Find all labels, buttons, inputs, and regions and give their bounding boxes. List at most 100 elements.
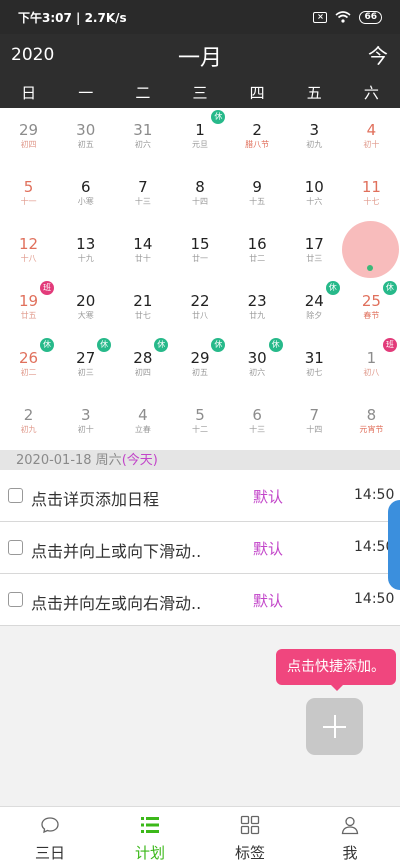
calendar-day[interactable]: 28 初四休 (114, 336, 171, 393)
calendar-day[interactable]: 8 十四 (171, 165, 228, 222)
weekday-sun: 日 (21, 84, 37, 102)
calendar-day[interactable]: 3 初九 (286, 108, 343, 165)
calendar-day[interactable]: 20 大寒 (57, 279, 114, 336)
calendar-day[interactable]: 4 立春 (114, 393, 171, 450)
calendar-day[interactable]: 3 初十 (57, 393, 114, 450)
calendar-day[interactable]: 13 十九 (57, 222, 114, 279)
weekday-sat: 六 (363, 84, 379, 102)
calendar-day[interactable]: 1 初八 班 (343, 336, 400, 393)
day-number: 10 (304, 178, 324, 196)
nav-me[interactable]: 我 (300, 807, 400, 866)
calendar-day[interactable]: 2 初九 (0, 393, 57, 450)
task-checkbox[interactable] (8, 592, 23, 607)
lunar-label: 腊八节 (245, 140, 270, 149)
calendar-day[interactable]: 4 初十 (343, 108, 400, 165)
task-time: 14:50 (354, 487, 395, 503)
lunar-label: 十九 (77, 254, 94, 263)
lunar-label: 十六 (306, 197, 323, 206)
calendar-day[interactable]: 29 初四 (0, 108, 57, 165)
calendar-day[interactable]: 8 元宵节 (343, 393, 400, 450)
day-number: 8 (195, 178, 205, 196)
grid-icon (240, 815, 260, 835)
calendar-day[interactable]: 1 元旦休 (171, 108, 228, 165)
task-item[interactable]: 点击并向左或向右滑动.. 默认 14:50 (0, 574, 400, 626)
day-number: 16 (247, 235, 267, 253)
day-number: 2 (23, 406, 34, 424)
calendar-day[interactable]: 10 十六 (286, 165, 343, 222)
calendar-day[interactable]: 23 廿九 (229, 279, 286, 336)
calendar-day[interactable]: 31 初六 (114, 108, 171, 165)
calendar-day[interactable]: 15 廿一 (171, 222, 228, 279)
calendar-day[interactable]: 26 初二 休 (0, 336, 57, 393)
lunar-label: 初九 (306, 140, 323, 149)
calendar-day[interactable]: 30 初五 (57, 108, 114, 165)
task-checkbox[interactable] (8, 488, 23, 503)
calendar-day[interactable]: 11 十七 (343, 165, 400, 222)
task-item[interactable]: 点击详页添加日程 默认 14:50 (0, 470, 400, 522)
nav-label: 计划 (134, 844, 165, 862)
lunar-label: 初四 (20, 140, 37, 149)
quick-add-button[interactable] (306, 698, 363, 755)
calendar-day[interactable]: 29 初五休 (171, 336, 228, 393)
calendar-day[interactable]: 14 廿十 (114, 222, 171, 279)
day-number: 7 (309, 406, 320, 424)
weekday-tue: 二 (135, 84, 151, 102)
day-number: 14 (133, 235, 153, 253)
task-title: 点击并向左或向右滑动.. (31, 594, 202, 613)
calendar-day[interactable]: 2 腊八节 (229, 108, 286, 165)
calendar-day[interactable]: 5 十二 (171, 393, 228, 450)
lunar-label: 初三 (77, 368, 94, 377)
side-drawer-handle[interactable] (388, 500, 400, 590)
calendar-day[interactable]: 30 初六 休 (229, 336, 286, 393)
calendar-day[interactable]: 22 廿八 (171, 279, 228, 336)
task-tag: 默认 (253, 540, 284, 558)
day-number: 21 (133, 292, 153, 310)
lunar-label: 元宵节 (359, 425, 384, 434)
month-title[interactable]: 一月 (0, 40, 400, 72)
day-number: 1 (366, 349, 377, 367)
lunar-label: 十八 (20, 254, 37, 263)
calendar-day[interactable]: 19 廿五 班 (0, 279, 57, 336)
status-time-speed: 下午3:07 | 2.7K/s (18, 10, 127, 25)
status-icons: × 66 (313, 10, 382, 24)
calendar-day[interactable]: 25 春节 休 (343, 279, 400, 336)
lunar-label: 十五 (249, 197, 266, 206)
lunar-label: 十二 (191, 425, 208, 434)
calendar-day[interactable]: 21 廿七 (114, 279, 171, 336)
calendar-day[interactable]: 6 十三 (229, 393, 286, 450)
lunar-label: 初五 (191, 368, 208, 377)
calendar-day[interactable]: 9 十五 (229, 165, 286, 222)
nav-three-day[interactable]: 三日 (0, 807, 100, 866)
day-number: 22 (190, 292, 210, 310)
calendar-day[interactable]: 6 小寒 (57, 165, 114, 222)
calendar-day[interactable]: 17 廿三 (286, 222, 343, 279)
nav-tags[interactable]: 标签 (200, 807, 300, 866)
calendar-day[interactable]: 7 十三 (114, 165, 171, 222)
lunar-label: 十四 (191, 197, 208, 206)
lunar-label: 元旦 (191, 140, 208, 149)
day-number: 25 (361, 292, 381, 310)
wifi-icon (335, 11, 351, 23)
calendar-day[interactable]: 5 十一 (0, 165, 57, 222)
task-checkbox[interactable] (8, 540, 23, 555)
calendar-day[interactable]: 24 除夕 休 (286, 279, 343, 336)
selected-date: 2020-01-18 周六 (16, 453, 122, 468)
day-number: 23 (247, 292, 267, 310)
workday-badge: 班 (382, 338, 397, 352)
nav-plan[interactable]: 计划 (100, 807, 200, 866)
lunar-label: 十三 (134, 197, 151, 206)
calendar-day[interactable]: 12 十八 (0, 222, 57, 279)
calendar-day[interactable]: 16 廿二 (229, 222, 286, 279)
nav-label: 我 (342, 844, 358, 862)
calendar-day[interactable]: 27 初三休 (57, 336, 114, 393)
calendar-day[interactable]: 31 初七 (286, 336, 343, 393)
bottom-navigation: 三日 计划 标签 我 (0, 806, 400, 866)
today-button[interactable]: 今 (368, 40, 388, 69)
day-number: 6 (252, 406, 262, 424)
calendar-day[interactable]: 7 十四 (286, 393, 343, 450)
task-item[interactable]: 点击并向上或向下滑动.. 默认 14:50 (0, 522, 400, 574)
chat-bubble-icon (41, 817, 59, 834)
month-calendar-grid: 29 初四 30 初五 31 初六 1 元旦休 2 腊八节 3 初九 4 初十 5 十一 6 小寒 7 十三 8 十四 9 十… (0, 108, 400, 450)
task-time: 14:50 (354, 591, 395, 607)
task-title: 点击详页添加日程 (31, 490, 160, 509)
